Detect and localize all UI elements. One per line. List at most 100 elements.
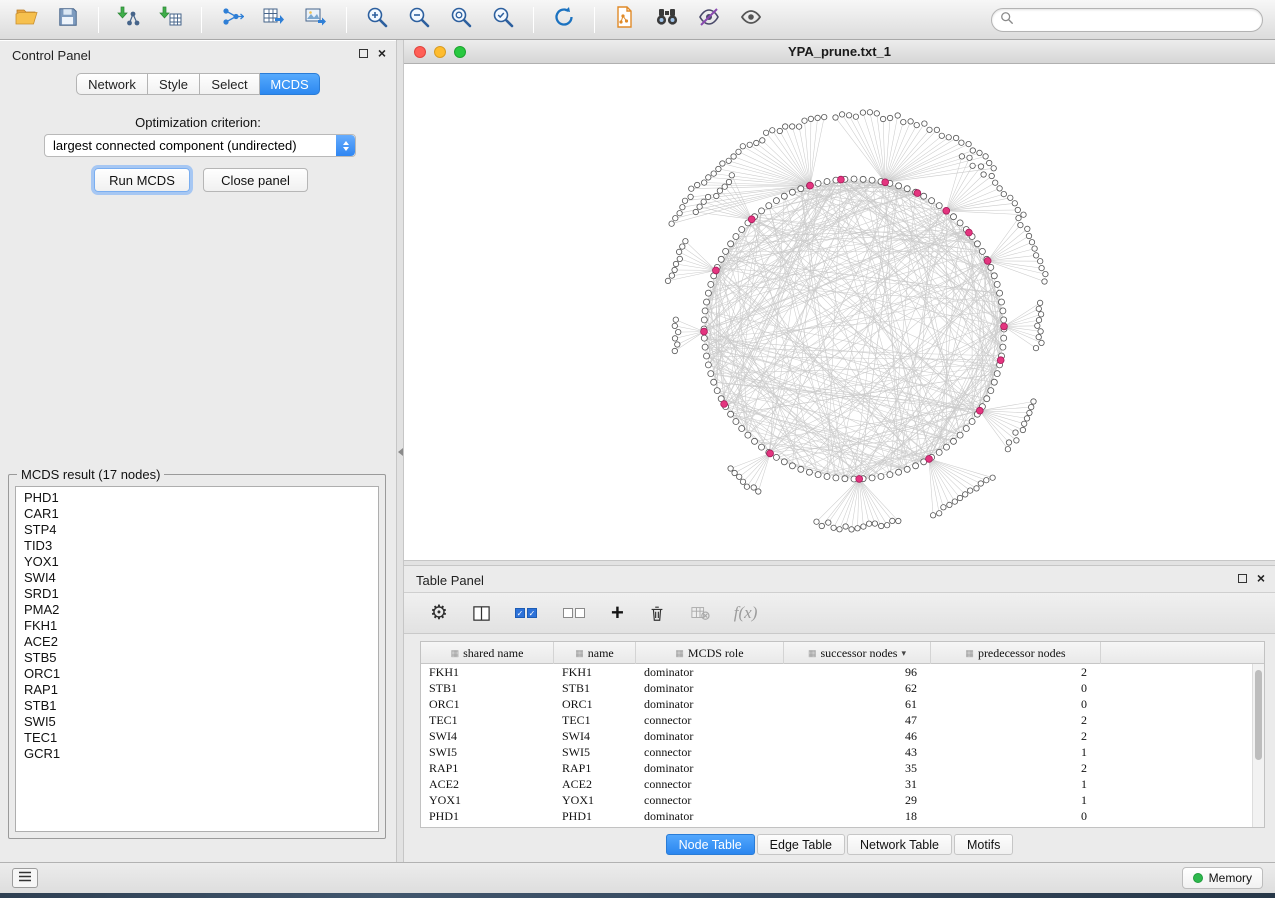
table-row[interactable]: RAP1RAP1dominator352 — [421, 760, 1252, 776]
export-image-button[interactable] — [298, 4, 334, 36]
close-panel-icon[interactable]: × — [1257, 573, 1265, 583]
panel-menu-button[interactable] — [12, 868, 38, 888]
tab-select[interactable]: Select — [200, 73, 260, 95]
table-row[interactable]: YOX1YOX1connector291 — [421, 792, 1252, 808]
mcds-result-item[interactable]: STB5 — [16, 650, 378, 666]
export-network-button[interactable] — [214, 4, 250, 36]
binoculars-icon — [654, 5, 680, 34]
mcds-result-item[interactable]: PMA2 — [16, 602, 378, 618]
column-header-name[interactable]: ▦name — [554, 642, 636, 664]
function-builder-icon[interactable]: f(x) — [734, 600, 758, 626]
close-window-icon[interactable] — [414, 46, 426, 58]
column-header-predecessor-nodes[interactable]: ▦predecessor nodes — [931, 642, 1101, 664]
deselect-all-checkboxes-icon[interactable] — [563, 600, 587, 626]
mcds-result-item[interactable]: SWI4 — [16, 570, 378, 586]
cell-successor-nodes: 47 — [784, 712, 931, 728]
maximize-window-icon[interactable] — [454, 46, 466, 58]
optimization-criterion-select[interactable]: largest connected component (undirected) — [44, 134, 356, 157]
memory-button[interactable]: Memory — [1182, 867, 1263, 889]
vertical-splitter[interactable] — [396, 40, 404, 862]
mcds-result-item[interactable]: ORC1 — [16, 666, 378, 682]
mcds-result-item[interactable]: ACE2 — [16, 634, 378, 650]
import-table-button[interactable] — [153, 4, 189, 36]
zoom-selected-button[interactable] — [485, 4, 521, 36]
table-body: FKH1FKH1dominator962STB1STB1dominator620… — [421, 664, 1252, 827]
add-row-icon[interactable]: + — [611, 600, 624, 626]
table-row[interactable]: SWI4SWI4dominator462 — [421, 728, 1252, 744]
delete-table-icon[interactable] — [690, 600, 710, 626]
table-row[interactable]: SWI5SWI5connector431 — [421, 744, 1252, 760]
settings-gear-icon[interactable]: ⚙ — [430, 600, 448, 626]
mcds-result-item[interactable]: CAR1 — [16, 506, 378, 522]
cell-name: TEC1 — [554, 712, 636, 728]
zoom-out-button[interactable] — [401, 4, 437, 36]
mcds-result-item[interactable]: TEC1 — [16, 730, 378, 746]
close-panel-icon[interactable]: × — [378, 48, 386, 58]
network-canvas[interactable] — [404, 64, 1275, 560]
find-button[interactable] — [649, 4, 685, 36]
table-row[interactable]: STB1STB1dominator620 — [421, 680, 1252, 696]
search-icon — [1000, 11, 1014, 30]
mcds-result-item[interactable]: SWI5 — [16, 714, 378, 730]
import-network-button[interactable] — [111, 4, 147, 36]
mcds-result-item[interactable]: FKH1 — [16, 618, 378, 634]
network-from-selection-button[interactable] — [607, 4, 643, 36]
mcds-result-item[interactable]: YOX1 — [16, 554, 378, 570]
column-header-shared-name[interactable]: ▦shared name — [421, 642, 554, 664]
cell-predecessor-nodes: 0 — [931, 696, 1101, 712]
table-panel-title: Table Panel — [416, 573, 484, 588]
tab-motifs[interactable]: Motifs — [954, 834, 1013, 855]
table-scrollbar[interactable] — [1252, 664, 1264, 827]
table-tabs: Node TableEdge TableNetwork TableMotifs — [404, 834, 1275, 855]
zoom-in-button[interactable] — [359, 4, 395, 36]
zoom-fit-button[interactable] — [443, 4, 479, 36]
minimize-window-icon[interactable] — [434, 46, 446, 58]
search-input[interactable] — [1014, 13, 1254, 27]
tab-edge-table[interactable]: Edge Table — [757, 834, 845, 855]
column-header-MCDS-role[interactable]: ▦MCDS role — [636, 642, 784, 664]
tab-network[interactable]: Network — [76, 73, 148, 95]
desktop-background — [0, 893, 1275, 898]
cell-shared-name: FKH1 — [421, 664, 554, 680]
search-box[interactable] — [991, 8, 1263, 32]
open-file-button[interactable] — [8, 4, 44, 36]
tab-mcds[interactable]: MCDS — [260, 73, 320, 95]
cell-successor-nodes: 29 — [784, 792, 931, 808]
mcds-result-title: MCDS result (17 nodes) — [17, 467, 164, 482]
float-panel-icon[interactable] — [1238, 574, 1247, 583]
graphics-details-button[interactable] — [691, 4, 727, 36]
table-row[interactable]: TEC1TEC1connector472 — [421, 712, 1252, 728]
mcds-result-item[interactable]: STB1 — [16, 698, 378, 714]
mcds-result-item[interactable]: RAP1 — [16, 682, 378, 698]
show-columns-icon[interactable] — [472, 600, 491, 626]
combo-stepper-icon — [336, 135, 355, 156]
table-row[interactable]: ORC1ORC1dominator610 — [421, 696, 1252, 712]
float-panel-icon[interactable] — [359, 49, 368, 58]
cell-successor-nodes: 43 — [784, 744, 931, 760]
control-panel-tabs: NetworkStyleSelectMCDS — [0, 73, 396, 95]
close-panel-button[interactable]: Close panel — [203, 168, 308, 192]
show-hide-button[interactable] — [733, 4, 769, 36]
cell-shared-name: ORC1 — [421, 696, 554, 712]
tab-style[interactable]: Style — [148, 73, 200, 95]
refresh-view-button[interactable] — [546, 4, 582, 36]
table-row[interactable]: ACE2ACE2connector311 — [421, 776, 1252, 792]
mcds-result-item[interactable]: TID3 — [16, 538, 378, 554]
scrollbar-thumb[interactable] — [1255, 670, 1262, 760]
table-row[interactable]: FKH1FKH1dominator962 — [421, 664, 1252, 680]
select-all-checkboxes-icon[interactable]: ✓✓ — [515, 600, 539, 626]
export-table-button[interactable] — [256, 4, 292, 36]
column-header-successor-nodes[interactable]: ▦successor nodes▾ — [784, 642, 931, 664]
save-session-button[interactable] — [50, 4, 86, 36]
mcds-result-item[interactable]: STP4 — [16, 522, 378, 538]
delete-row-icon[interactable] — [648, 600, 666, 626]
tab-network-table[interactable]: Network Table — [847, 834, 952, 855]
table-row[interactable]: PHD1PHD1dominator180 — [421, 808, 1252, 824]
collapse-arrow-icon[interactable] — [398, 448, 403, 456]
mcds-result-item[interactable]: PHD1 — [16, 490, 378, 506]
run-mcds-button[interactable]: Run MCDS — [94, 168, 190, 192]
network-window-titlebar[interactable]: YPA_prune.txt_1 — [404, 40, 1275, 64]
tab-node-table[interactable]: Node Table — [666, 834, 755, 855]
mcds-result-item[interactable]: GCR1 — [16, 746, 378, 762]
mcds-result-item[interactable]: SRD1 — [16, 586, 378, 602]
